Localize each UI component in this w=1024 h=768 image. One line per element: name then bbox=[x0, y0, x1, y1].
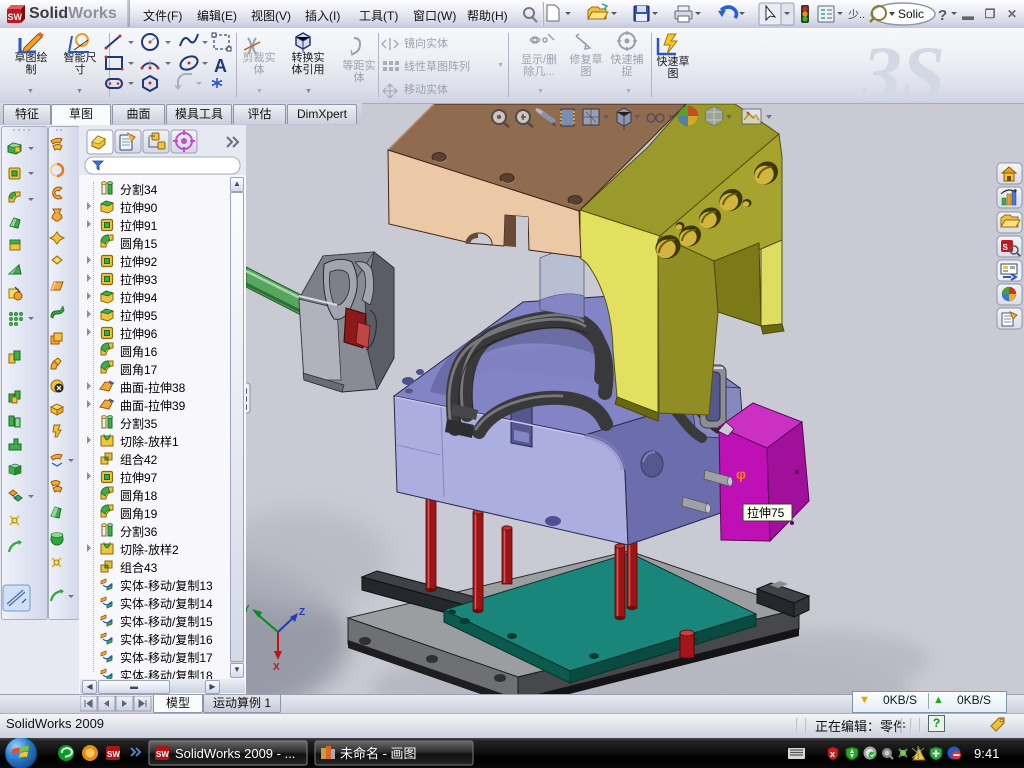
svg-text:?: ? bbox=[938, 7, 947, 24]
svg-text:A: A bbox=[214, 56, 227, 76]
svg-text:x: x bbox=[830, 749, 835, 759]
svg-text:SW: SW bbox=[8, 12, 23, 22]
svg-text:拉伸75: 拉伸75 bbox=[747, 505, 785, 520]
svg-text:ЗS: ЗS bbox=[861, 30, 945, 103]
svg-text:SW: SW bbox=[107, 750, 120, 759]
svg-text:SW: SW bbox=[156, 750, 169, 759]
svg-text:φ: φ bbox=[736, 466, 746, 482]
svg-text:X: X bbox=[273, 662, 280, 673]
svg-text:未命名 - 画图: 未命名 - 画图 bbox=[340, 746, 417, 761]
svg-text:Y: Y bbox=[246, 604, 250, 615]
svg-text:少..: 少.. bbox=[848, 8, 865, 21]
svg-text:Solic: Solic bbox=[898, 7, 924, 21]
svg-text:S: S bbox=[1003, 243, 1009, 252]
svg-text:Z: Z bbox=[299, 607, 305, 618]
svg-text:9:41: 9:41 bbox=[974, 746, 999, 761]
svg-text:SolidWorks 2009 - ...: SolidWorks 2009 - ... bbox=[175, 746, 295, 761]
